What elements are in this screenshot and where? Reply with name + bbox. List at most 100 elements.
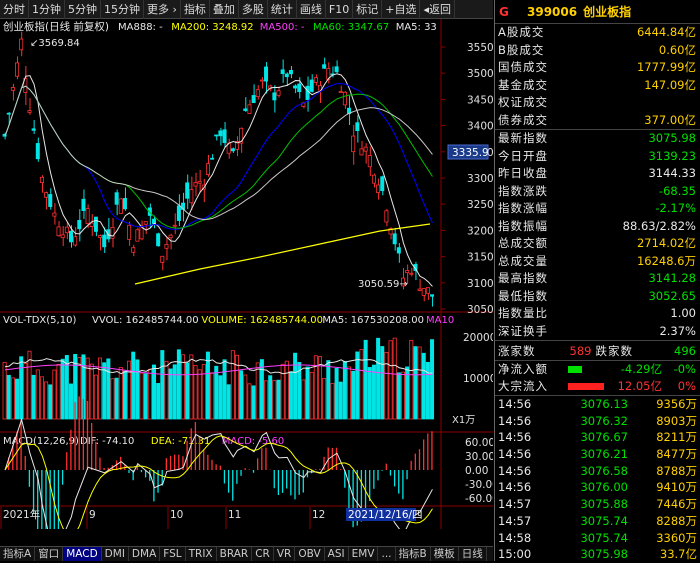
stat-value: -2.17% xyxy=(655,201,696,215)
toolbar-item[interactable]: F10 xyxy=(326,0,354,19)
stat-row: 最高指数 3141.28 xyxy=(495,270,700,288)
indicator-tab[interactable]: MACD xyxy=(63,547,102,561)
toolbar-item[interactable]: 指标 xyxy=(181,0,210,19)
volume-bar xyxy=(334,367,339,420)
indicator-tab[interactable]: FSL xyxy=(160,547,186,561)
candle-body xyxy=(272,92,277,101)
volume-bar xyxy=(222,359,227,420)
tick-time: 14:57 xyxy=(498,497,532,512)
toolbar-item[interactable]: 叠加 xyxy=(210,0,239,19)
toolbar-item[interactable]: 画线 xyxy=(297,0,326,19)
ma-label: MA888: - xyxy=(118,22,163,33)
volume-value: 6444.84亿 xyxy=(636,25,696,39)
indicator-tab[interactable]: 指标A xyxy=(0,547,36,561)
volume-bar xyxy=(185,362,190,420)
volume-bar xyxy=(143,373,148,420)
indicator-tab[interactable]: ASI xyxy=(325,547,349,561)
tick-volume: 8211万 xyxy=(656,430,697,445)
volume-value: 0.60亿 xyxy=(658,42,696,57)
indicator-tab[interactable]: EMV xyxy=(349,547,379,561)
candle-body xyxy=(338,91,343,93)
volume-bar xyxy=(93,374,98,420)
price-tick-label: 3550 xyxy=(467,42,493,54)
volume-bar xyxy=(156,383,161,420)
kline-chart[interactable]: 创业板指(日线 前复权) MA888: - MA200: 3248.92 MA500:… xyxy=(0,19,493,529)
volume-bar xyxy=(272,380,277,420)
toolbar-item[interactable]: ◂返回 xyxy=(420,0,455,19)
volume-bar xyxy=(39,376,44,420)
tick-price: 3076.21 xyxy=(580,447,628,462)
favorite-marker: G xyxy=(499,4,509,19)
date-label: 10 xyxy=(170,509,183,521)
volume-bar xyxy=(210,372,215,420)
macd-tick-label: -60.00 xyxy=(465,493,493,505)
date-label: 2021年 xyxy=(3,508,40,521)
toolbar-item[interactable]: 更多 › xyxy=(144,0,181,19)
tick-list[interactable]: 14:56 3076.13 9356万 14:56 3076.32 8903万 14:56 3… xyxy=(495,396,700,563)
candle-body xyxy=(214,134,219,137)
candle-body xyxy=(251,95,256,104)
candle-body xyxy=(160,255,165,263)
candle-body xyxy=(135,229,140,242)
volume-label: 国债成交 xyxy=(498,60,548,74)
stat-value: 88.63/2.82% xyxy=(622,218,696,233)
candle-body xyxy=(264,66,269,82)
toolbar-item[interactable]: +自选 xyxy=(382,0,421,19)
vol-tick-label: 20000 xyxy=(463,332,493,344)
toolbar-item[interactable]: 标记 xyxy=(353,0,383,19)
volume-bar xyxy=(31,374,36,420)
candle-body xyxy=(110,226,115,239)
candle-body xyxy=(280,69,285,74)
volume-bar xyxy=(131,351,136,420)
date-highlight: 2021/12/16/四 xyxy=(348,509,423,521)
indicator-tab[interactable]: 模板 xyxy=(431,547,459,561)
tick-row: 14:56 3076.21 8477万 xyxy=(495,446,700,463)
toolbar-item[interactable]: 5分钟 xyxy=(65,0,101,19)
indicator-tab[interactable]: TRIX xyxy=(186,547,217,561)
toolbar-item[interactable]: 分时 xyxy=(0,0,29,19)
volume-bar xyxy=(23,363,28,420)
candle-body xyxy=(73,236,78,246)
indicator-tab[interactable]: ... xyxy=(378,547,396,561)
flow-label: 大宗流入 xyxy=(498,379,548,393)
volume-bar xyxy=(114,377,119,420)
volume-bar xyxy=(239,370,244,420)
volume-bar xyxy=(27,350,32,420)
vol-label: MA5: 167530208.00 xyxy=(322,315,424,326)
candle-body xyxy=(255,89,260,97)
indicator-tab[interactable]: DMI xyxy=(102,547,129,561)
indicator-tab[interactable]: 日线 xyxy=(459,547,487,561)
candle-body xyxy=(15,62,20,77)
tick-time: 14:56 xyxy=(498,480,532,495)
chart-title: 创业板指(日线 前复权) xyxy=(3,20,109,33)
price-tick-label: 3400 xyxy=(467,121,493,133)
candle-body xyxy=(39,176,44,183)
indicator-tab[interactable]: BRAR xyxy=(217,547,253,561)
tick-time: 14:58 xyxy=(498,530,532,545)
candle-body xyxy=(367,155,372,168)
indicator-tab[interactable]: OBV xyxy=(295,547,325,561)
volume-bar xyxy=(19,356,24,420)
indicator-tab[interactable]: 指标B xyxy=(396,547,431,561)
volume-bar xyxy=(10,377,15,420)
volume-bar xyxy=(384,352,389,420)
vol-label: VOLUME: 162485744.00 xyxy=(201,315,323,326)
tick-volume: 8788万 xyxy=(656,463,697,478)
indicator-tab[interactable]: VR xyxy=(274,547,296,561)
toolbar-item[interactable]: 15分钟 xyxy=(101,0,144,19)
toolbar-item[interactable]: 多股 xyxy=(239,0,268,19)
toolbar-item[interactable]: 统计 xyxy=(268,0,297,19)
tick-price: 3076.32 xyxy=(580,413,628,428)
indicator-tab[interactable]: 窗口 xyxy=(35,547,64,561)
candle-body xyxy=(60,234,65,239)
tick-time: 15:00 xyxy=(498,547,532,562)
stat-value: 3144.33 xyxy=(648,166,696,180)
indicator-tab[interactable]: CR xyxy=(252,547,274,561)
volume-bar xyxy=(214,365,219,420)
volume-bar xyxy=(201,364,206,420)
indicator-tab[interactable]: DMA xyxy=(129,547,161,561)
flow-bar xyxy=(568,383,604,390)
volume-bar xyxy=(89,363,94,420)
toolbar-item[interactable]: 1分钟 xyxy=(29,0,65,19)
vol-label: VVOL: 162485744.00 xyxy=(92,315,199,326)
